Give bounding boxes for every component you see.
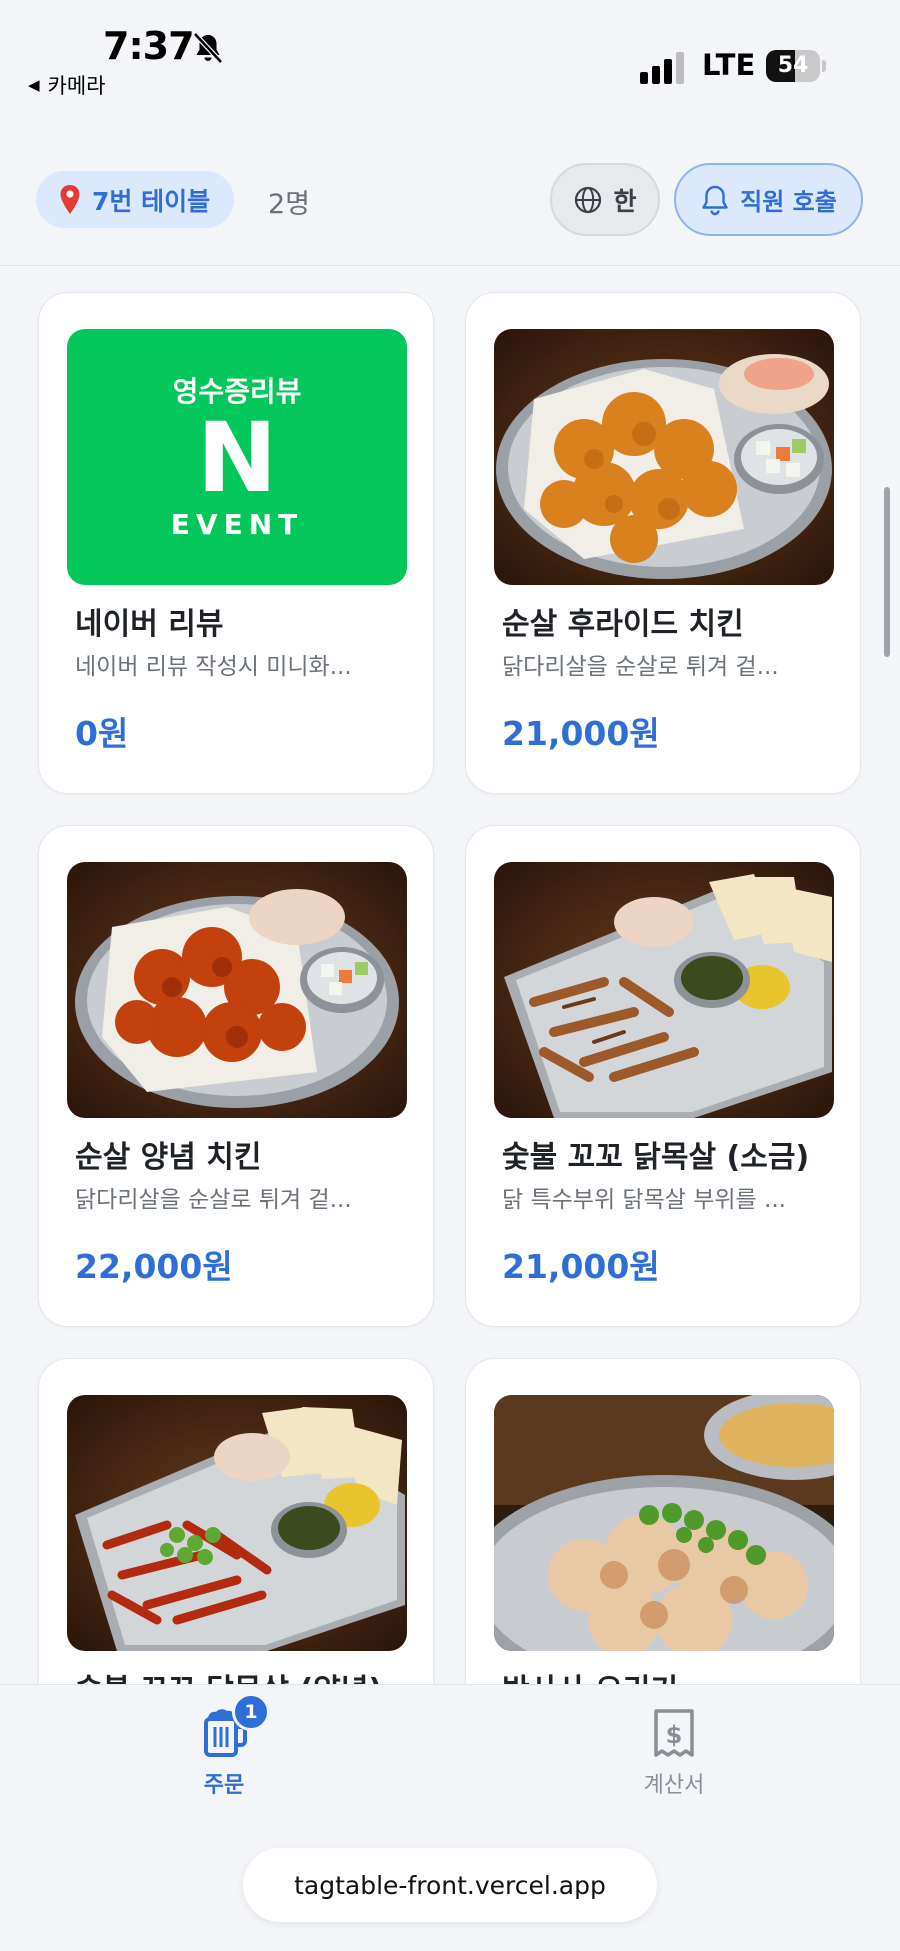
svg-text:$: $ <box>666 1721 683 1749</box>
tab-order-label: 주문 <box>203 1773 245 1798</box>
menu-card-seasoned-chicken[interactable]: 순살 양념 치킨 닭다리살을 순살로 튀겨 겉... 22,000원 <box>38 825 434 1327</box>
globe-icon <box>575 186 602 213</box>
menu-price: 22,000원 <box>75 1247 233 1286</box>
tab-order[interactable]: 1 주문 <box>74 1693 374 1807</box>
back-app-label: 카메라 <box>47 74 106 98</box>
browser-url-bar[interactable]: tagtable-front.vercel.app <box>243 1848 657 1922</box>
menu-image-skewer-dish <box>494 1395 834 1651</box>
table-header: 7번 테이블 2명 한 직원 호출 <box>0 110 900 266</box>
battery-level: 54 <box>777 53 809 78</box>
menu-description: 닭다리살을 순살로 튀겨 겉... <box>75 1187 352 1213</box>
bell-icon <box>702 185 728 215</box>
menu-price: 0원 <box>75 714 129 753</box>
menu-card-skewer-dish[interactable]: 반사사 오리기 <box>465 1358 861 1685</box>
location-pin-icon <box>60 184 80 214</box>
call-staff-label: 직원 호출 <box>740 188 837 216</box>
order-count-badge: 1 <box>232 1693 270 1731</box>
status-bar: 7:37 ◀ 카메라 LTE 54 <box>0 0 900 110</box>
menu-card-charcoal-neck-spicy[interactable]: 숯불 꼬꼬 닭목살 (양념) <box>38 1358 434 1685</box>
guest-count: 2명 <box>268 189 311 220</box>
battery-indicator: 54 <box>766 50 826 82</box>
receipt-icon: $ <box>654 1709 694 1757</box>
tab-bill[interactable]: $ 계산서 <box>524 1697 824 1807</box>
menu-description: 닭 특수부위 닭목살 부위를 ... <box>502 1187 786 1213</box>
menu-price: 21,000원 <box>502 1247 660 1286</box>
menu-card-naver-review[interactable]: 영수증리뷰 N EVENT 네이버 리뷰 네이버 리뷰 작성시 미니화... 0… <box>38 292 434 794</box>
menu-price: 21,000원 <box>502 714 660 753</box>
menu-image-seasoned-chicken <box>67 862 407 1118</box>
scrollbar-thumb[interactable] <box>884 487 890 657</box>
menu-name: 반사사 오리기 <box>502 1665 832 1685</box>
menu-name: 숯불 꼬꼬 닭목살 (양념) <box>75 1665 405 1685</box>
status-time: 7:37 <box>103 24 195 68</box>
naver-logo-letter: N <box>197 402 277 514</box>
back-triangle-icon: ◀ <box>28 76 40 94</box>
network-type: LTE <box>702 48 756 82</box>
bottom-nav: 1 주문 $ 계산서 tagtable-front.vercel.app <box>0 1684 900 1951</box>
menu-image-charcoal-neck-salt <box>494 862 834 1118</box>
table-label: 7번 테이블 <box>92 186 211 216</box>
menu-name: 네이버 리뷰 <box>75 607 224 642</box>
event-bottom-text: EVENT <box>171 508 303 541</box>
menu-grid: 영수증리뷰 N EVENT 네이버 리뷰 네이버 리뷰 작성시 미니화... 0… <box>0 267 900 1685</box>
back-to-app-link[interactable]: ◀ 카메라 <box>28 70 106 100</box>
menu-description: 네이버 리뷰 작성시 미니화... <box>75 654 352 680</box>
mobile-screen: 7:37 ◀ 카메라 LTE 54 7번 테이블 2명 한 직원 호출 영수증리… <box>0 0 900 1951</box>
menu-description: 닭다리살을 순살로 튀겨 겉... <box>502 654 779 680</box>
menu-image-fried-chicken <box>494 329 834 585</box>
menu-image-charcoal-neck-spicy <box>67 1395 407 1651</box>
menu-image-naver-review: 영수증리뷰 N EVENT <box>67 329 407 585</box>
menu-name: 순살 후라이드 치킨 <box>502 607 744 642</box>
signal-icon <box>640 52 684 84</box>
bell-off-icon <box>193 32 223 64</box>
tab-bill-label: 계산서 <box>643 1773 705 1798</box>
menu-card-fried-chicken[interactable]: 순살 후라이드 치킨 닭다리살을 순살로 튀겨 겉... 21,000원 <box>465 292 861 794</box>
menu-name: 숯불 꼬꼬 닭목살 (소금) <box>502 1140 810 1175</box>
language-label: 한 <box>613 186 637 216</box>
table-chip: 7번 테이블 <box>36 171 235 228</box>
language-button[interactable]: 한 <box>550 163 660 236</box>
menu-name: 순살 양념 치킨 <box>75 1140 262 1175</box>
call-staff-button[interactable]: 직원 호출 <box>674 163 863 236</box>
menu-card-charcoal-neck-salt[interactable]: 숯불 꼬꼬 닭목살 (소금) 닭 특수부위 닭목살 부위를 ... 21,000… <box>465 825 861 1327</box>
